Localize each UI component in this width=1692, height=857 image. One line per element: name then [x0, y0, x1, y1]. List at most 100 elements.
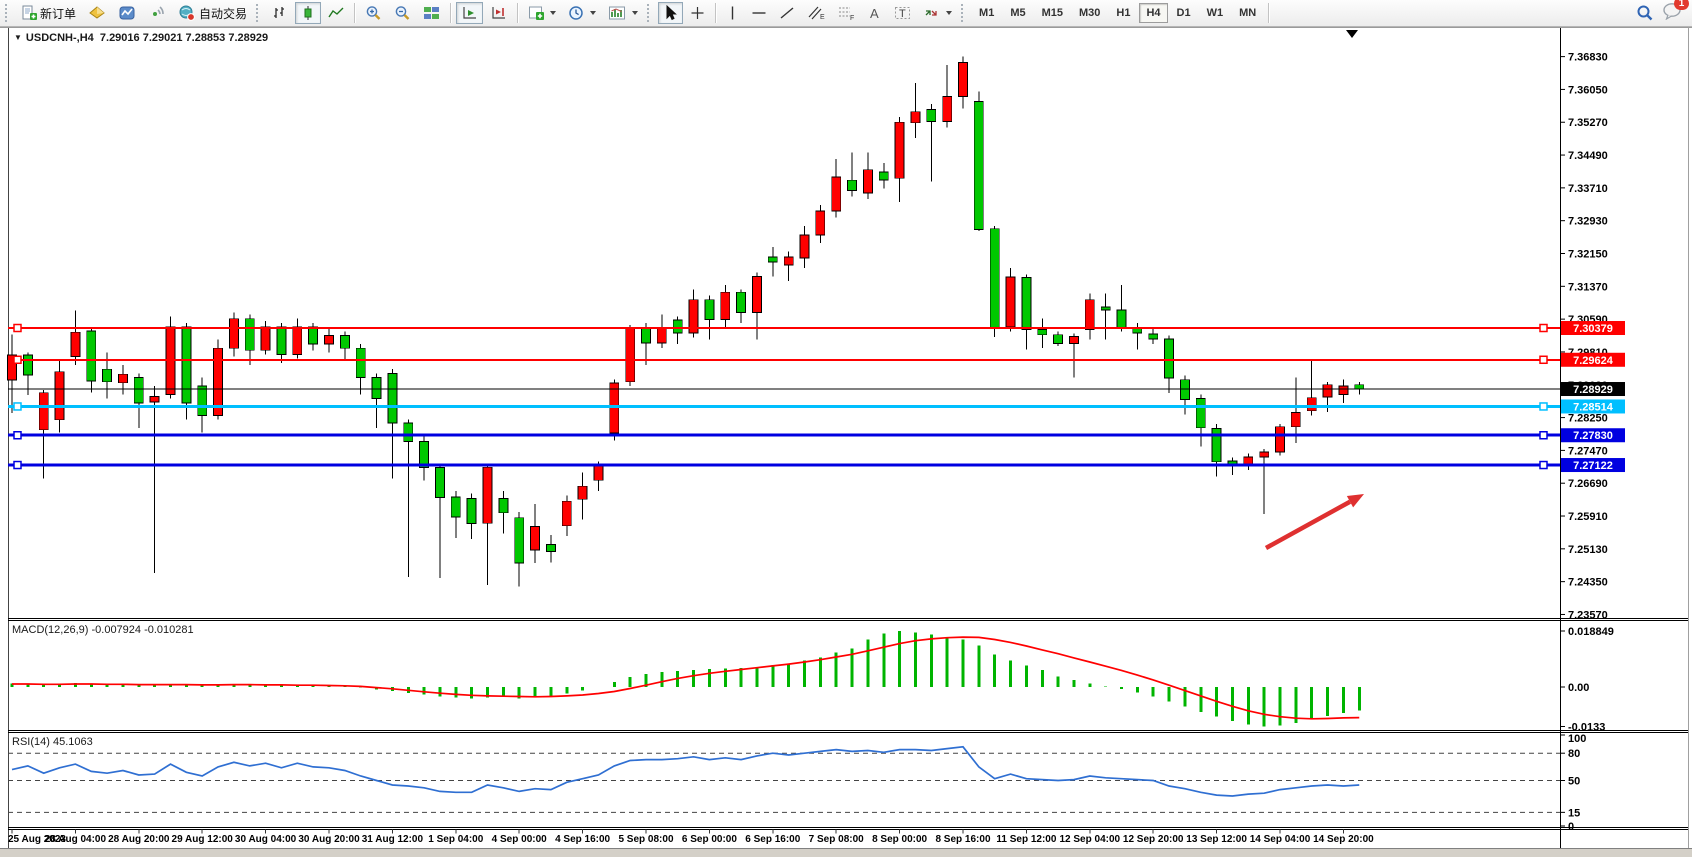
- toolbar-grip[interactable]: [647, 4, 654, 22]
- crosshair-icon: [690, 5, 705, 21]
- candlestick-chart-type-button[interactable]: [295, 2, 321, 24]
- kite-button[interactable]: [83, 2, 111, 24]
- svg-text:28 Aug 20:00: 28 Aug 20:00: [108, 834, 170, 845]
- vertical-line-tool-button[interactable]: [721, 2, 744, 24]
- svg-text:E: E: [820, 14, 825, 21]
- svg-text:7.33710: 7.33710: [1568, 183, 1608, 195]
- svg-text:7.28250: 7.28250: [1568, 413, 1608, 425]
- search-icon[interactable]: [1636, 4, 1654, 22]
- svg-text:7 Sep 08:00: 7 Sep 08:00: [809, 834, 864, 845]
- svg-text:7.24350: 7.24350: [1568, 577, 1608, 589]
- svg-text:12 Sep 20:00: 12 Sep 20:00: [1123, 834, 1184, 845]
- text-label-tool-button[interactable]: T: [889, 2, 916, 24]
- notifications-button[interactable]: 1: [1662, 2, 1682, 25]
- dropdown-caret-icon: [590, 11, 596, 15]
- svg-text:14 Sep 04:00: 14 Sep 04:00: [1250, 834, 1311, 845]
- svg-text:7.30379: 7.30379: [1573, 323, 1613, 335]
- svg-text:7.28929: 7.28929: [1573, 384, 1613, 396]
- collapse-triangle-icon[interactable]: ▼: [14, 33, 22, 42]
- zoom-out-icon: [394, 5, 411, 21]
- chart-ohlc-values: 7.29016 7.29021 7.28853 7.28929: [100, 32, 268, 44]
- indicators-button[interactable]: [523, 2, 561, 24]
- zoom-in-button[interactable]: [360, 2, 387, 24]
- line-chart-icon: [328, 5, 344, 21]
- auto-trading-icon: [178, 5, 196, 21]
- svg-text:6 Sep 16:00: 6 Sep 16:00: [745, 834, 800, 845]
- tab-timeframe-h1[interactable]: H1: [1109, 3, 1137, 23]
- tab-timeframe-m15[interactable]: M15: [1035, 3, 1070, 23]
- line-chart-type-button[interactable]: [323, 2, 349, 24]
- dropdown-caret-icon: [550, 11, 556, 15]
- zoom-out-button[interactable]: [389, 2, 416, 24]
- tab-timeframe-h4[interactable]: H4: [1139, 3, 1167, 23]
- svg-text:T: T: [899, 8, 906, 20]
- toolbar-grip[interactable]: [5, 4, 12, 22]
- clock-icon: [568, 5, 585, 21]
- tile-windows-button[interactable]: [418, 2, 445, 24]
- svg-text:7.25910: 7.25910: [1568, 511, 1608, 523]
- horizontal-line-tool-button[interactable]: [746, 2, 772, 24]
- svg-text:A: A: [870, 6, 879, 21]
- market-watch-button[interactable]: [113, 2, 141, 24]
- svg-text:7.34490: 7.34490: [1568, 150, 1608, 162]
- cursor-icon: [663, 5, 678, 21]
- auto-scroll-button[interactable]: [456, 2, 483, 24]
- chart-shift-button[interactable]: [485, 2, 512, 24]
- tab-timeframe-mn[interactable]: MN: [1232, 3, 1263, 23]
- periods-button[interactable]: [563, 2, 601, 24]
- toolbar-right-icons: 1: [1636, 2, 1682, 25]
- dropdown-caret-icon: [632, 11, 638, 15]
- toolbar-separator: [354, 3, 355, 23]
- svg-text:8 Sep 16:00: 8 Sep 16:00: [935, 834, 990, 845]
- crosshair-tool-button[interactable]: [685, 2, 710, 24]
- tab-timeframe-w1[interactable]: W1: [1200, 3, 1231, 23]
- tab-timeframe-m5[interactable]: M5: [1003, 3, 1032, 23]
- chart-symbol-period: USDCNH-,H4: [26, 32, 94, 44]
- fibonacci-icon: F: [837, 5, 855, 21]
- new-order-icon: [21, 5, 37, 21]
- text-label-icon: T: [894, 5, 911, 21]
- signals-button[interactable]: [143, 2, 171, 24]
- tab-timeframe-d1[interactable]: D1: [1170, 3, 1198, 23]
- trendline-icon: [779, 5, 795, 21]
- svg-text:F: F: [850, 15, 854, 21]
- tab-timeframe-m30[interactable]: M30: [1072, 3, 1107, 23]
- svg-text:0: 0: [1568, 821, 1574, 833]
- trendline-tool-button[interactable]: [774, 2, 800, 24]
- svg-text:8 Sep 00:00: 8 Sep 00:00: [872, 834, 927, 845]
- mt4-window: 新订单 自动交易: [0, 0, 1692, 857]
- channel-icon: E: [807, 5, 825, 21]
- svg-text:0.00: 0.00: [1568, 682, 1589, 694]
- equidistant-channel-tool-button[interactable]: E: [802, 2, 830, 24]
- horizontal-line-icon: [751, 5, 767, 21]
- text-tool-icon: A: [867, 5, 882, 21]
- bar-chart-type-button[interactable]: [267, 2, 293, 24]
- svg-text:11 Sep 12:00: 11 Sep 12:00: [996, 834, 1056, 845]
- toolbar-separator: [715, 3, 716, 23]
- svg-text:29 Aug 12:00: 29 Aug 12:00: [172, 834, 234, 845]
- toolbar-grip[interactable]: [256, 4, 263, 22]
- tab-timeframe-m1[interactable]: M1: [972, 3, 1001, 23]
- svg-text:30 Aug 20:00: 30 Aug 20:00: [298, 834, 360, 845]
- cursor-tool-button[interactable]: [658, 2, 683, 24]
- templates-button[interactable]: [603, 2, 643, 24]
- svg-text:15: 15: [1568, 807, 1580, 819]
- svg-text:13 Sep 12:00: 13 Sep 12:00: [1186, 834, 1247, 845]
- toolbar-separator: [450, 3, 451, 23]
- arrows-tool-button[interactable]: [918, 2, 957, 24]
- fibonacci-tool-button[interactable]: F: [832, 2, 860, 24]
- toolbar-grip[interactable]: [961, 4, 968, 22]
- arrows-shapes-icon: [923, 5, 941, 21]
- svg-text:7.29624: 7.29624: [1573, 355, 1614, 367]
- text-tool-button[interactable]: A: [862, 2, 887, 24]
- ohlc-bars-icon: [272, 5, 288, 21]
- auto-scroll-icon: [461, 5, 478, 21]
- svg-text:7.28514: 7.28514: [1573, 401, 1614, 413]
- rsi-value: 45.1063: [53, 736, 93, 748]
- svg-text:12 Sep 04:00: 12 Sep 04:00: [1059, 834, 1120, 845]
- auto-trading-button[interactable]: 自动交易: [173, 2, 252, 24]
- new-order-button[interactable]: 新订单: [16, 2, 81, 24]
- rsi-indicator-label: RSI(14) 45.1063: [12, 736, 93, 748]
- chart-canvas[interactable]: 7.368307.360507.352707.344907.337107.329…: [0, 0, 1692, 857]
- notification-badge: 1: [1674, 0, 1689, 10]
